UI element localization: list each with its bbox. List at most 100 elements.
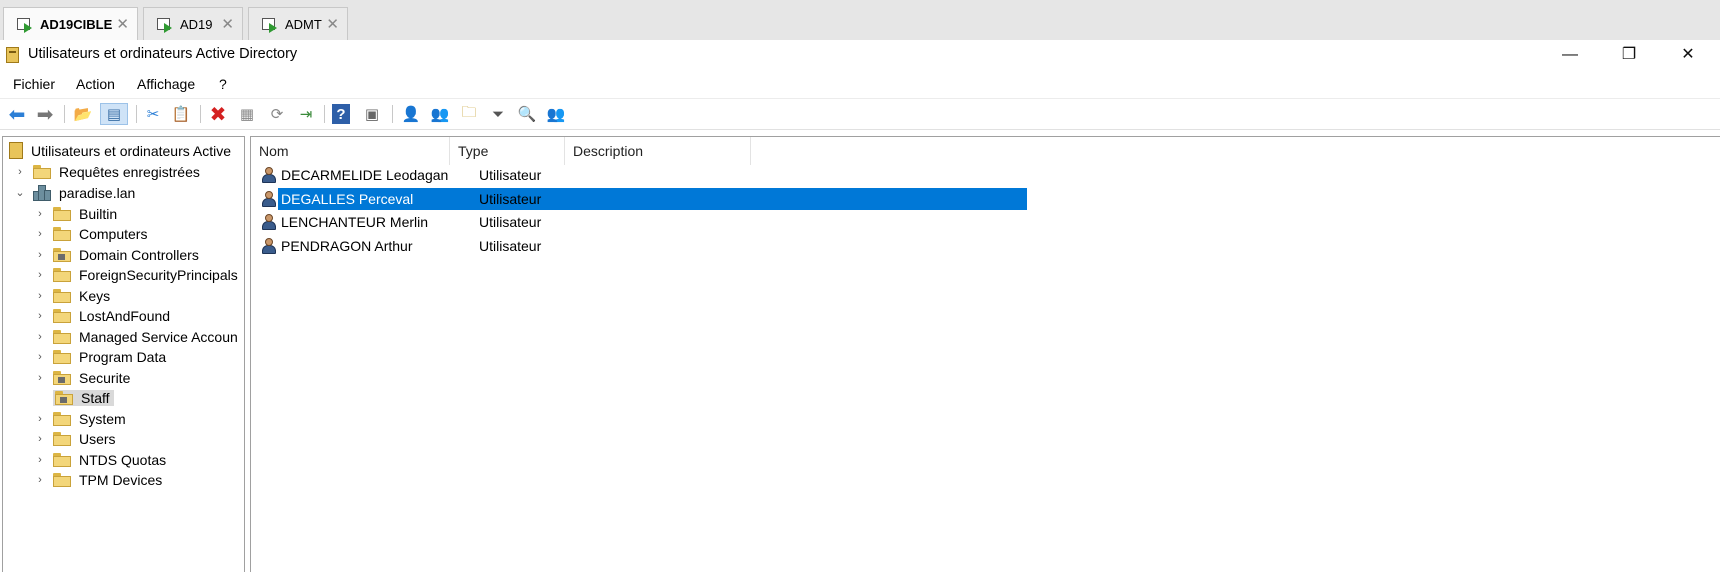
show-console-tree-icon[interactable]: ▤ — [100, 103, 128, 125]
tree-item-computers[interactable]: › Computers — [33, 224, 147, 245]
close-icon[interactable]: ✕ — [221, 15, 234, 33]
user-type: Utilisateur — [479, 214, 542, 231]
chevron-right-icon[interactable]: › — [33, 351, 47, 363]
minimize-button[interactable]: — — [1541, 40, 1599, 70]
show-action-pane-icon[interactable]: ▣ — [361, 103, 383, 125]
close-icon[interactable]: ✕ — [116, 15, 129, 33]
vm-running-icon — [156, 16, 172, 33]
folder-icon — [53, 432, 71, 446]
tree-item-users[interactable]: › Users — [33, 429, 115, 450]
chevron-right-icon[interactable]: › — [33, 228, 47, 240]
user-name: DEGALLES Perceval — [278, 187, 470, 210]
add-to-group-icon[interactable]: 👥 — [545, 103, 567, 125]
vm-tab-strip: AD19CIBLE ✕ AD19 ✕ ADMT ✕ — [0, 0, 1720, 40]
delete-icon[interactable]: ✖ — [207, 103, 229, 126]
user-row[interactable]: LENCHANTEUR Merlin Utilisateur — [251, 211, 1027, 233]
menu-affichage[interactable]: Affichage — [137, 76, 195, 92]
tree-item-lostandfound[interactable]: › LostAndFound — [33, 306, 170, 327]
user-row[interactable]: DECARMELIDE Leodagan Utilisateur — [251, 164, 1027, 186]
tree-item-domain-controllers[interactable]: › Domain Controllers — [33, 244, 199, 265]
tree-item-label: TPM Devices — [79, 472, 163, 488]
tree-item-staff[interactable]: Staff — [33, 388, 114, 409]
tab-admt[interactable]: ADMT ✕ — [248, 7, 348, 40]
vm-running-icon — [261, 16, 277, 33]
refresh-icon[interactable]: ⟳ — [266, 103, 288, 125]
filter-icon[interactable]: ⏷ — [487, 103, 509, 125]
tree-item-keys[interactable]: › Keys — [33, 285, 110, 306]
maximize-button[interactable]: ❐ — [1600, 40, 1658, 70]
tree-item-program-data[interactable]: › Program Data — [33, 347, 166, 368]
tree-item-builtin[interactable]: › Builtin — [33, 203, 117, 224]
menu-bar: Fichier Action Affichage ? — [0, 72, 1720, 96]
toolbar: ⬅ ➡ 📂 ▤ ✂ 📋 ✖ ▦ ⟳ ⇥ ? ▣ 👤 👥 🗀 ⏷ 🔍 👥 — [0, 98, 1720, 130]
tree-item-label: Keys — [79, 287, 111, 304]
console-tree: Utilisateurs et ordinateurs Active › Req… — [2, 136, 245, 572]
tree-item-saved-queries[interactable]: › Requêtes enregistrées — [13, 161, 200, 182]
tree-item-system[interactable]: › System — [33, 408, 126, 429]
chevron-right-icon[interactable]: › — [33, 208, 47, 220]
new-user-icon[interactable]: 👤 — [400, 103, 422, 125]
chevron-right-icon[interactable]: › — [33, 433, 47, 445]
folder-icon — [53, 309, 71, 323]
chevron-right-icon[interactable]: › — [33, 372, 47, 384]
new-ou-icon[interactable]: 🗀 — [458, 103, 480, 125]
find-icon[interactable]: 🔍 — [516, 103, 538, 125]
copy-icon[interactable]: 📋 — [170, 103, 192, 125]
folder-icon — [53, 452, 71, 467]
user-row[interactable]: PENDRAGON Arthur Utilisateur — [251, 235, 1027, 257]
chevron-right-icon[interactable]: › — [33, 249, 47, 261]
tab-label: AD19 — [180, 16, 213, 32]
chevron-right-icon[interactable]: › — [33, 269, 47, 281]
column-header-nom[interactable]: Nom — [251, 137, 450, 165]
tab-ad19[interactable]: AD19 ✕ — [143, 7, 243, 40]
forward-icon[interactable]: ➡ — [34, 103, 56, 126]
folder-icon — [53, 227, 71, 241]
chevron-down-icon[interactable]: ⌄ — [13, 186, 27, 199]
tree-item-label: Computers — [79, 226, 148, 242]
user-icon — [260, 166, 278, 184]
tab-label: ADMT — [285, 16, 322, 32]
chevron-right-icon[interactable]: › — [33, 310, 47, 322]
export-list-icon[interactable]: ⇥ — [295, 103, 317, 125]
cut-icon[interactable]: ✂ — [142, 103, 164, 125]
user-type: Utilisateur — [479, 190, 542, 207]
folder-icon — [53, 206, 71, 221]
tree-item-label: paradise.lan — [59, 184, 136, 201]
user-type: Utilisateur — [479, 167, 542, 183]
chevron-right-icon[interactable]: › — [33, 331, 47, 343]
back-icon[interactable]: ⬅ — [6, 103, 28, 126]
menu-action[interactable]: Action — [76, 76, 115, 92]
menu-help[interactable]: ? — [219, 76, 227, 92]
chevron-right-icon[interactable]: › — [33, 290, 47, 302]
tree-item-tpm-devices[interactable]: › TPM Devices — [33, 470, 162, 491]
tree-item-label: Requêtes enregistrées — [59, 163, 200, 180]
help-icon[interactable]: ? — [332, 104, 350, 124]
column-header-type[interactable]: Type — [450, 137, 565, 165]
tree-item-domain[interactable]: ⌄ paradise.lan — [13, 182, 135, 203]
tree-item-foreignsecurityprincipals[interactable]: › ForeignSecurityPrincipals — [33, 265, 238, 286]
chevron-right-icon[interactable]: › — [33, 454, 47, 466]
up-folder-icon[interactable]: 📂 — [72, 103, 94, 125]
menu-fichier[interactable]: Fichier — [13, 76, 55, 92]
tree-item-label: System — [79, 410, 126, 427]
user-icon — [260, 237, 278, 255]
column-header-description[interactable]: Description — [565, 137, 751, 165]
user-name: PENDRAGON Arthur — [281, 238, 413, 255]
tree-item-ntds-quotas[interactable]: › NTDS Quotas — [33, 449, 166, 470]
chevron-right-icon[interactable]: › — [33, 413, 47, 425]
user-row[interactable]: DEGALLES Perceval Utilisateur — [251, 187, 1027, 210]
close-button[interactable]: ✕ — [1659, 40, 1717, 70]
properties-icon[interactable]: ▦ — [236, 103, 258, 125]
chevron-right-icon[interactable]: › — [33, 474, 47, 486]
tree-item-securite[interactable]: › Securite — [33, 367, 130, 388]
tree-item-label: Program Data — [79, 349, 167, 365]
new-group-icon[interactable]: 👥 — [429, 103, 451, 125]
user-icon — [260, 213, 278, 231]
tree-root[interactable]: Utilisateurs et ordinateurs Active — [9, 140, 231, 161]
tab-ad19cible[interactable]: AD19CIBLE ✕ — [3, 7, 138, 40]
chevron-right-icon[interactable]: › — [13, 166, 27, 178]
tab-label: AD19CIBLE — [40, 16, 113, 32]
user-icon — [260, 190, 278, 208]
tree-item-managed-service-accoun[interactable]: › Managed Service Accoun — [33, 326, 238, 347]
close-icon[interactable]: ✕ — [326, 15, 339, 33]
